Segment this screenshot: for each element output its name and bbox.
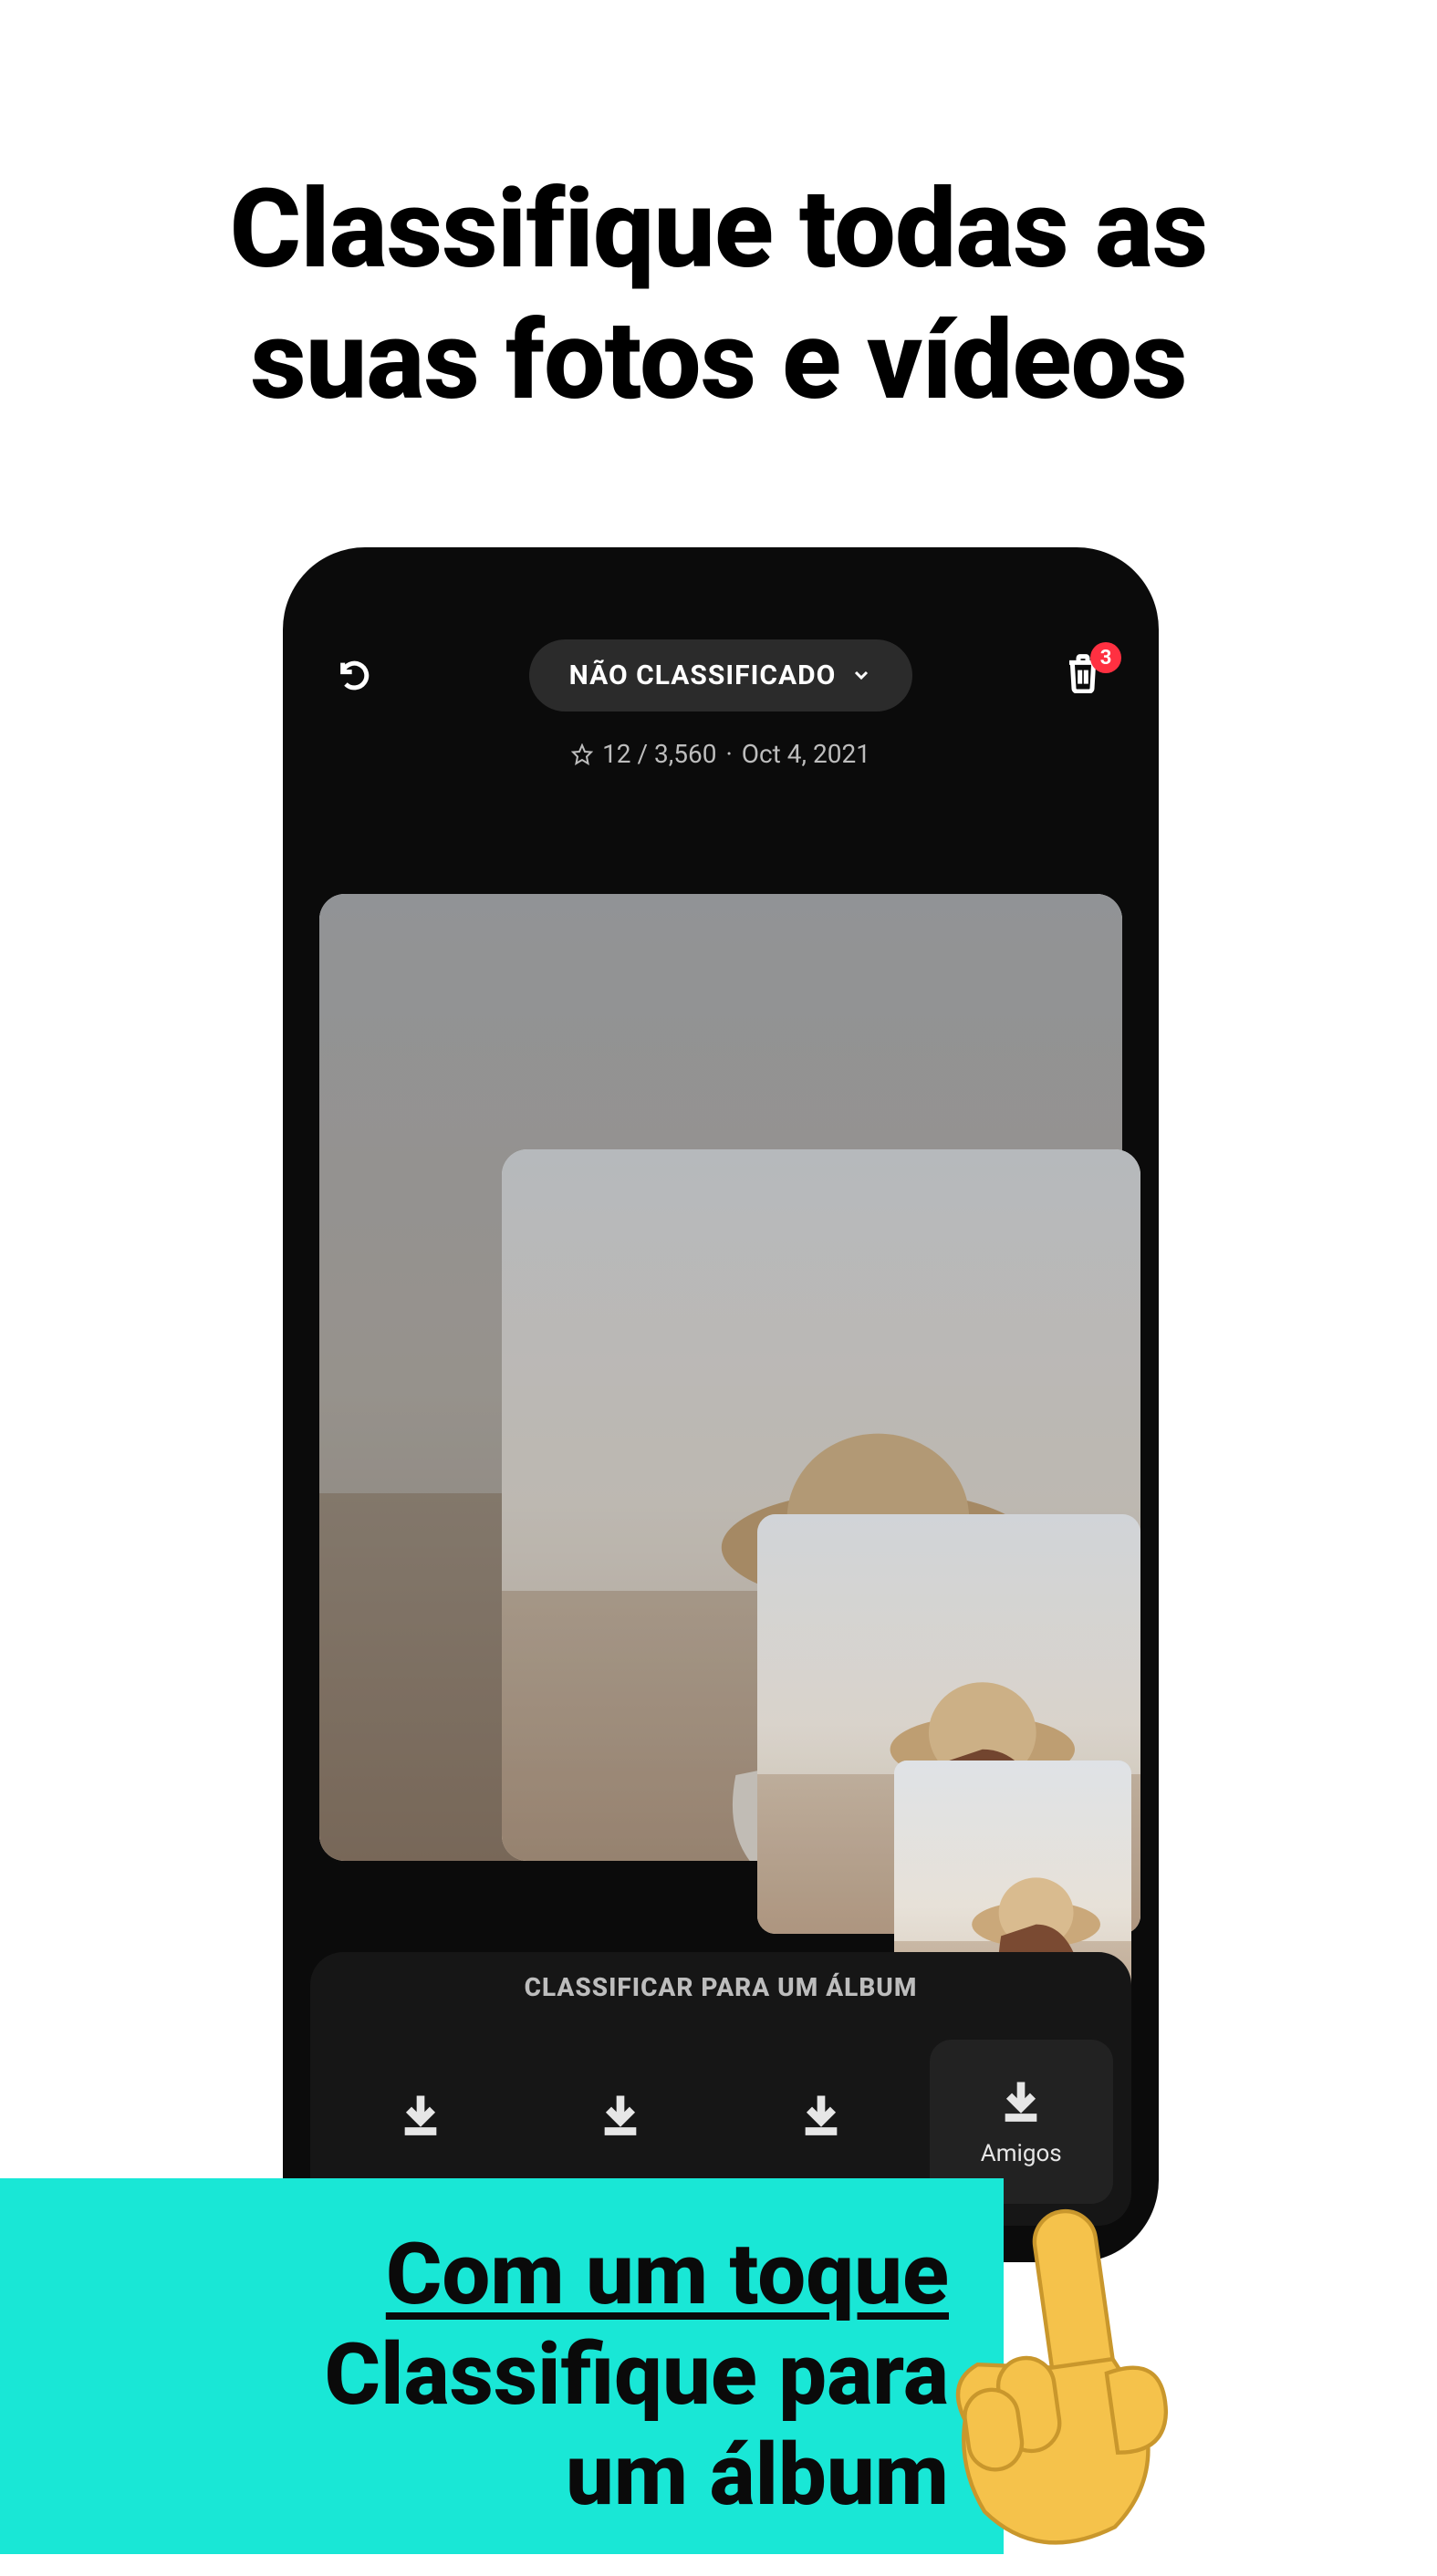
star-icon	[571, 743, 593, 765]
download-into-icon	[397, 2090, 444, 2137]
marketing-caption: Com um toque Classifique para um álbum	[0, 2178, 1004, 2554]
marketing-headline: Classifique todas as suas fotos e vídeos	[0, 164, 1437, 427]
caption-line-2: Classifique para	[55, 2324, 949, 2425]
meta-separator: ·	[725, 739, 732, 769]
top-bar: NÃO CLASSIFICADO 3	[283, 634, 1159, 716]
filter-label: NÃO CLASSIFICADO	[569, 660, 837, 691]
trash-button[interactable]: 3	[1065, 653, 1109, 697]
headline-line-1: Classifique todas as	[0, 164, 1437, 296]
trash-badge-count: 3	[1100, 647, 1112, 670]
caption-line-1: Com um toque	[55, 2224, 949, 2324]
photo-meta: 12 / 3,560 · Oct 4, 2021	[283, 739, 1159, 769]
photo-date: Oct 4, 2021	[742, 739, 870, 769]
download-into-icon	[997, 2076, 1045, 2124]
headline-line-2: suas fotos e vídeos	[0, 296, 1437, 427]
filter-dropdown[interactable]: NÃO CLASSIFICADO	[529, 639, 913, 712]
phone-frame: NÃO CLASSIFICADO 3 12 / 3,560 · Oct 4, 2…	[283, 547, 1159, 2262]
download-into-icon	[597, 2090, 644, 2137]
album-label: Amigos	[981, 2140, 1062, 2167]
photo-counter: 12 / 3,560	[602, 739, 716, 769]
caption-line-3: um álbum	[55, 2425, 949, 2525]
photo-card-stack[interactable]	[319, 894, 1122, 1879]
pointing-hand-icon	[890, 2189, 1218, 2571]
download-into-icon	[797, 2090, 845, 2137]
chevron-down-icon	[850, 664, 872, 686]
undo-icon	[337, 657, 373, 693]
panel-title: CLASSIFICAR PARA UM ÁLBUM	[310, 1972, 1131, 2002]
trash-badge: 3	[1090, 642, 1121, 673]
undo-button[interactable]	[333, 653, 377, 697]
